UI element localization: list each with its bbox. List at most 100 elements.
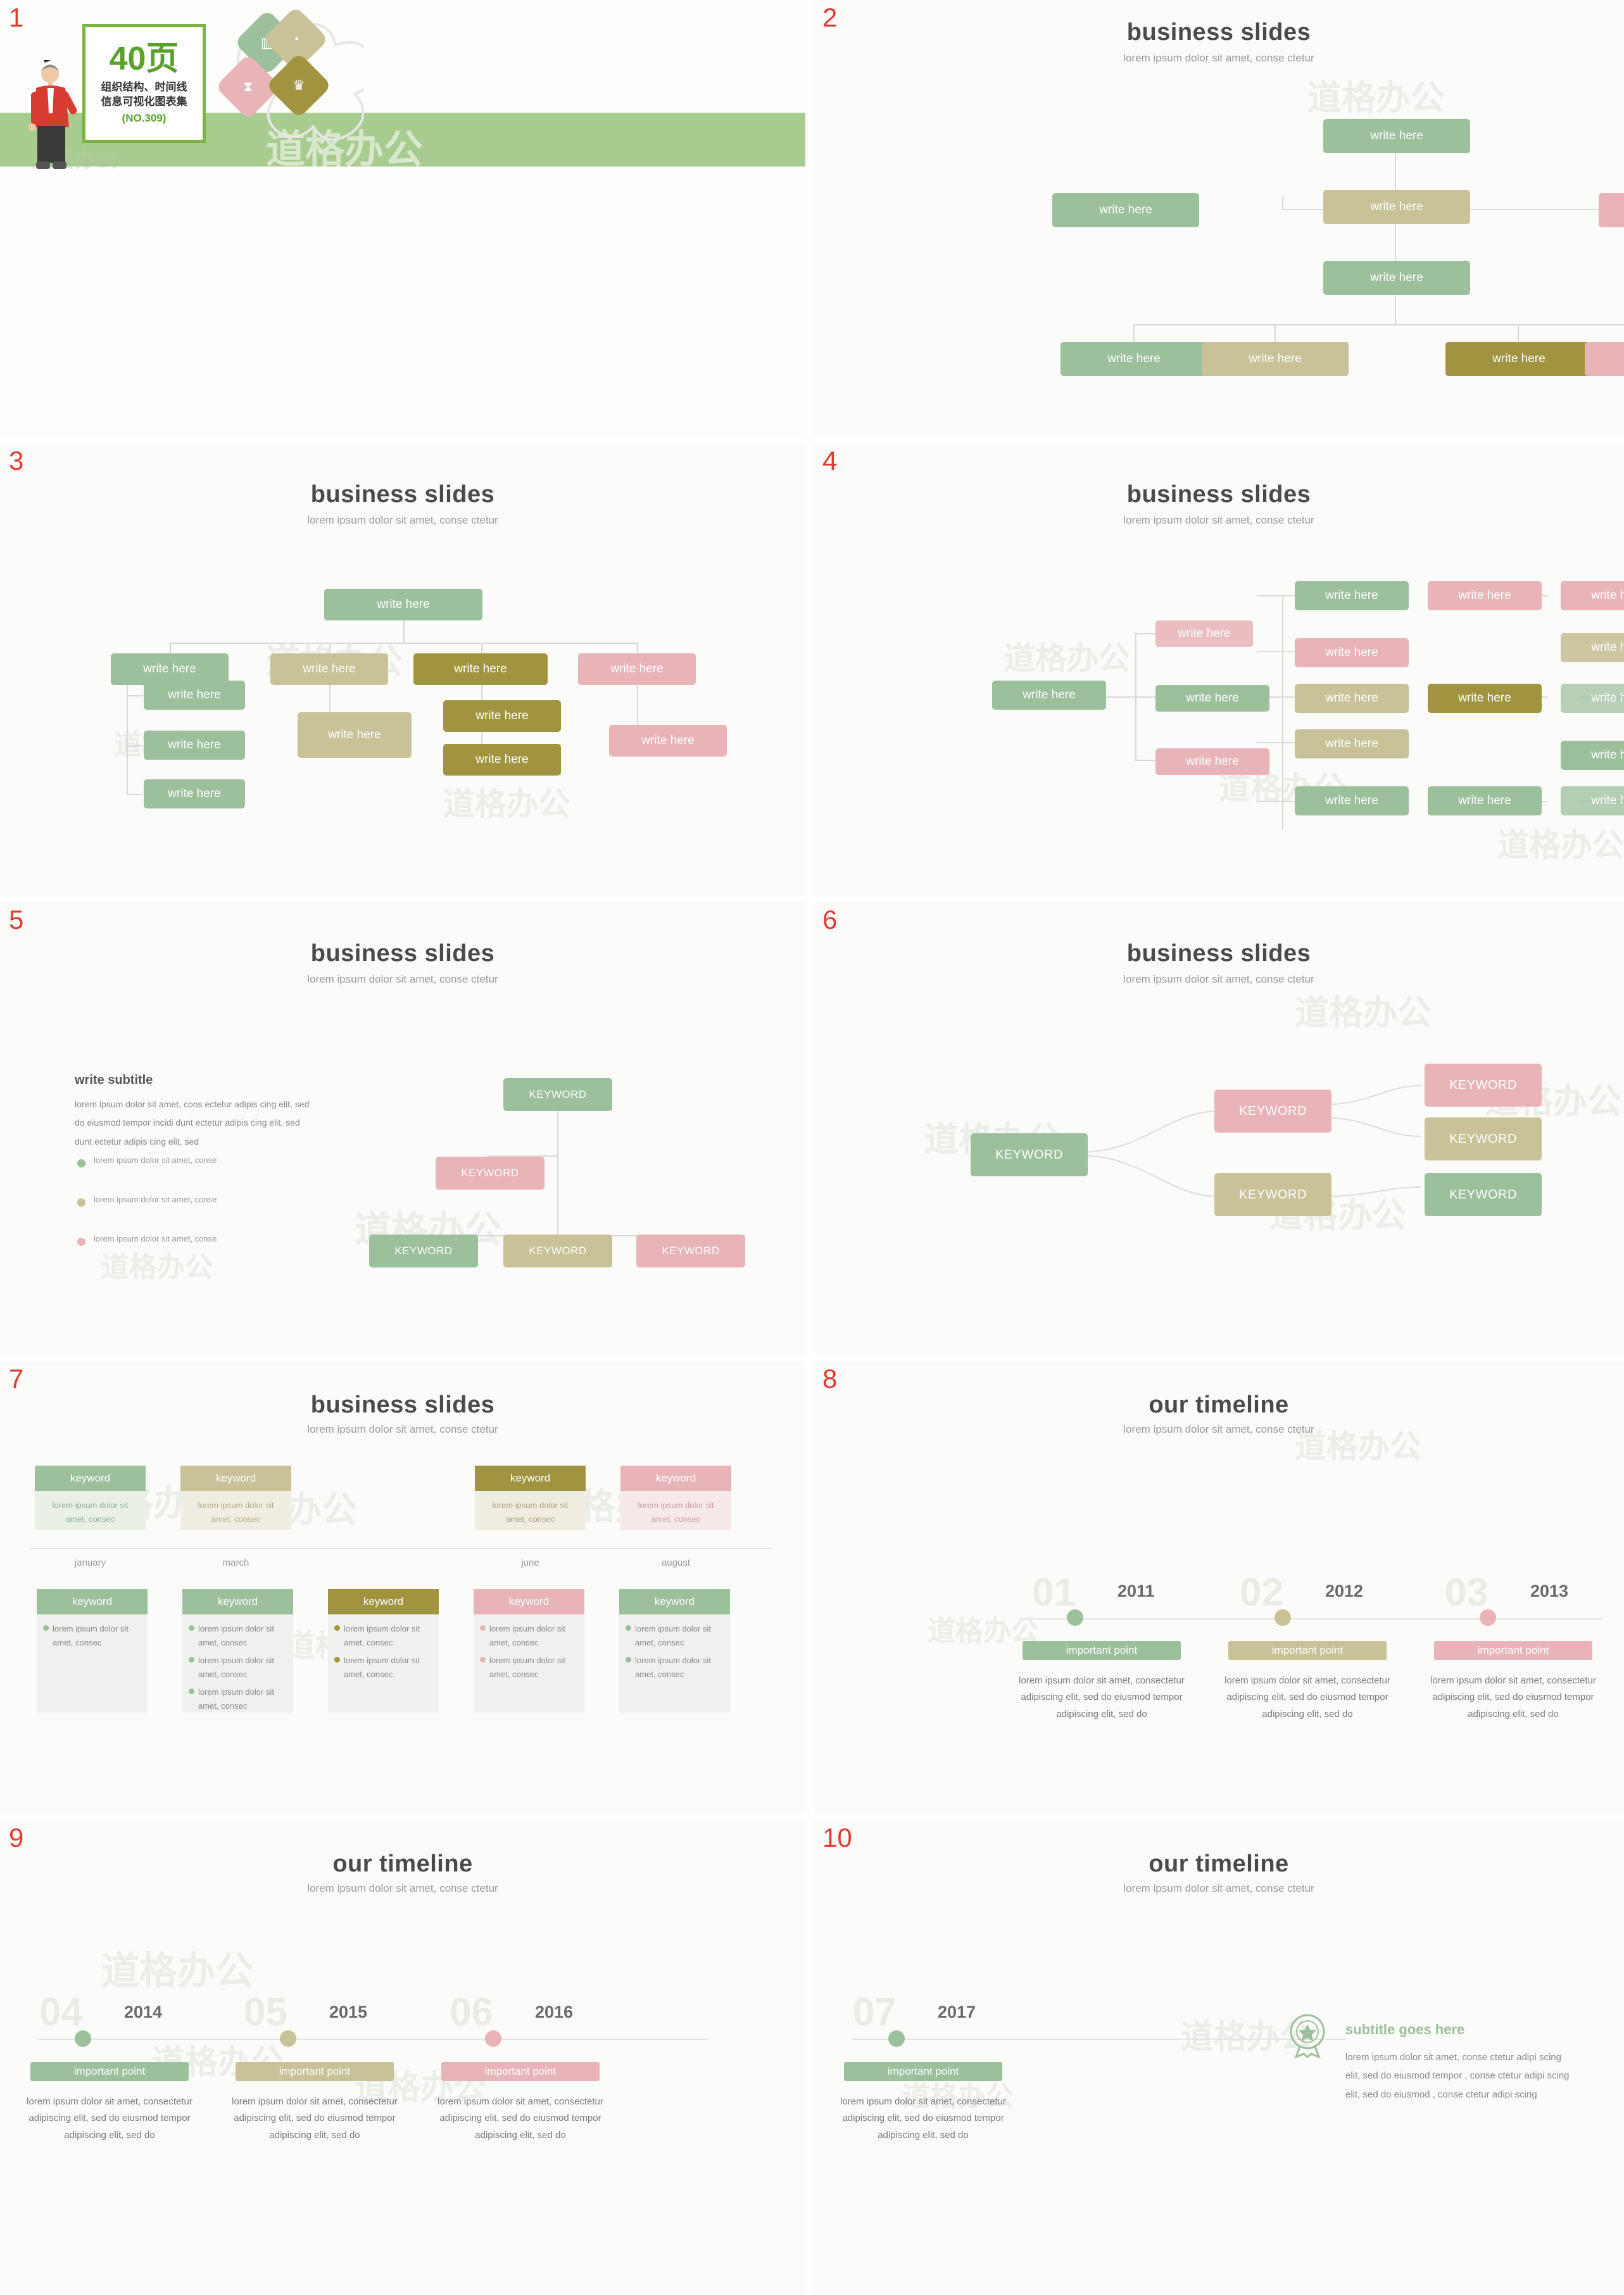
bottom-card-item: lorem ipsum dolor sit amet, consec [198, 1624, 274, 1648]
connector [170, 643, 638, 644]
node-box[interactable]: write here [1561, 741, 1624, 770]
page-title: our timeline [1149, 1392, 1289, 1418]
node-box[interactable]: write here [443, 700, 561, 732]
bottom-card-header[interactable]: keyword [328, 1589, 439, 1614]
timeline-year: 2017 [938, 2003, 976, 2021]
keyword-box[interactable]: KEYWORD [503, 1078, 612, 1111]
node-box[interactable]: write here [1445, 342, 1592, 376]
keyword-box[interactable]: KEYWORD [503, 1235, 612, 1267]
bottom-card-item: lorem ipsum dolor sit amet, consec [489, 1656, 565, 1680]
node-box[interactable]: write here [1052, 193, 1199, 227]
node-box[interactable]: write here [1561, 581, 1624, 610]
bullet-icon [480, 1657, 486, 1663]
slide-5[interactable]: 5 business slides lorem ipsum dolor sit … [0, 902, 805, 1355]
slide-3[interactable]: 3 business slides lorem ipsum dolor sit … [0, 443, 805, 896]
timeline-axis [38, 2039, 709, 2040]
bullet-icon [334, 1625, 340, 1631]
connector [1282, 595, 1283, 829]
timeline-point-label[interactable]: important point [236, 2062, 394, 2081]
watermark: 道格办公 [443, 786, 570, 822]
slide-2[interactable]: 2 business slides lorem ipsum dolor sit … [814, 0, 1624, 437]
node-box[interactable]: write here [324, 589, 482, 620]
timeline-point-label[interactable]: important point [844, 2062, 1002, 2081]
keyword-box[interactable]: KEYWORD [1214, 1173, 1331, 1216]
slide-number-9: 9 [9, 1823, 24, 1852]
keyword-box[interactable]: KEYWORD [436, 1157, 544, 1190]
slide-9[interactable]: 9 our timeline lorem ipsum dolor sit ame… [0, 1820, 805, 2295]
page-title: our timeline [1149, 1851, 1289, 1877]
legend-dot [77, 1238, 85, 1246]
hourglass-icon: ⧗ [243, 78, 253, 94]
node-box[interactable]: write here [270, 653, 388, 685]
node-box[interactable]: write here [1155, 620, 1253, 647]
timeline-point-label[interactable]: important point [1434, 1641, 1592, 1660]
node-box[interactable]: write here [443, 744, 561, 776]
timeline-point-label[interactable]: important point [1023, 1641, 1181, 1660]
timeline-body: lorem ipsum dolor sit amet, consectetur … [840, 2096, 1006, 2141]
timeline-dot [888, 2030, 905, 2047]
node-box[interactable]: write here [413, 653, 548, 685]
bottom-card-header[interactable]: keyword [474, 1589, 584, 1614]
node-box[interactable]: write here [1599, 193, 1624, 227]
slide-1[interactable]: 1 道格办公 道格办公 40页 组织结构、时间线 信息可视化图表集 (NO.30… [0, 0, 805, 437]
node-box[interactable]: write here [1561, 684, 1624, 713]
node-box[interactable]: write here [1585, 342, 1624, 376]
node-box[interactable]: write here [609, 725, 727, 757]
top-card-header[interactable]: keyword [35, 1466, 146, 1491]
keyword-box[interactable]: KEYWORD [636, 1235, 745, 1267]
slide-6[interactable]: 6 business slides lorem ipsum dolor sit … [814, 902, 1624, 1355]
watermark: 道格办公 [101, 1950, 253, 1992]
watermark: 道格办公 [101, 1252, 213, 1283]
node-box[interactable]: write here [1561, 633, 1624, 662]
timeline-body: lorem ipsum dolor sit amet, consectetur … [1224, 1675, 1390, 1720]
slide-number-7: 7 [9, 1364, 24, 1393]
node-box[interactable]: write here [1561, 786, 1624, 815]
node-box[interactable]: write here [1323, 190, 1470, 224]
top-card-header[interactable]: keyword [620, 1466, 731, 1491]
node-box[interactable]: write here [1323, 119, 1470, 153]
keyword-box[interactable]: KEYWORD [1214, 1090, 1331, 1133]
node-box[interactable]: write here [144, 731, 245, 760]
timeline-point-label[interactable]: important point [30, 2062, 189, 2081]
node-box[interactable]: write here [1323, 261, 1470, 295]
node-box[interactable]: write here [1295, 684, 1409, 713]
node-box[interactable]: write here [1295, 729, 1409, 758]
node-box[interactable]: write here [1295, 581, 1409, 610]
node-box[interactable]: write here [144, 779, 245, 808]
node-box[interactable]: write here [298, 712, 412, 758]
slide-8[interactable]: 8 our timeline lorem ipsum dolor sit ame… [814, 1361, 1624, 1814]
node-box[interactable]: write here [1295, 786, 1409, 815]
node-box[interactable]: write here [1295, 638, 1409, 667]
keyword-box[interactable]: KEYWORD [369, 1235, 478, 1267]
node-box[interactable]: write here [1428, 581, 1542, 610]
timeline-point-label[interactable]: important point [441, 2062, 600, 2081]
slide-7[interactable]: 7 business slides lorem ipsum dolor sit … [0, 1361, 805, 1814]
keyword-box[interactable]: KEYWORD [1425, 1173, 1542, 1216]
node-box[interactable]: write here [1428, 786, 1542, 815]
timeline-point-label[interactable]: important point [1228, 1641, 1387, 1660]
top-card-header[interactable]: keyword [475, 1466, 586, 1491]
slide-10[interactable]: 10 our timeline lorem ipsum dolor sit am… [814, 1820, 1624, 2295]
legend-dot [77, 1159, 85, 1167]
bottom-card-header[interactable]: keyword [619, 1589, 730, 1614]
node-box[interactable]: write here [1155, 748, 1269, 775]
node-box[interactable]: write here [1202, 342, 1349, 376]
keyword-box[interactable]: KEYWORD [1425, 1064, 1542, 1107]
connector [1395, 291, 1396, 324]
slide-4[interactable]: 4 business slides lorem ipsum dolor sit … [814, 443, 1624, 896]
timeline-year: 2015 [329, 2003, 368, 2021]
node-box[interactable]: write here [1061, 342, 1207, 376]
bottom-card-header[interactable]: keyword [37, 1589, 148, 1614]
keyword-box[interactable]: KEYWORD [1425, 1117, 1542, 1160]
timeline-year: 2016 [535, 2003, 574, 2021]
node-box[interactable]: write here [992, 681, 1106, 710]
node-box[interactable]: write here [578, 653, 696, 685]
bottom-card-header[interactable]: keyword [182, 1589, 293, 1614]
node-box[interactable]: write here [144, 681, 245, 710]
keyword-box[interactable]: KEYWORD [971, 1133, 1088, 1176]
node-box[interactable]: write here [1155, 685, 1269, 712]
top-card-header[interactable]: keyword [180, 1466, 291, 1491]
timeline-body: lorem ipsum dolor sit amet, consectetur … [27, 2096, 192, 2141]
node-box[interactable]: write here [1428, 684, 1542, 713]
slide-number-6: 6 [822, 905, 838, 934]
